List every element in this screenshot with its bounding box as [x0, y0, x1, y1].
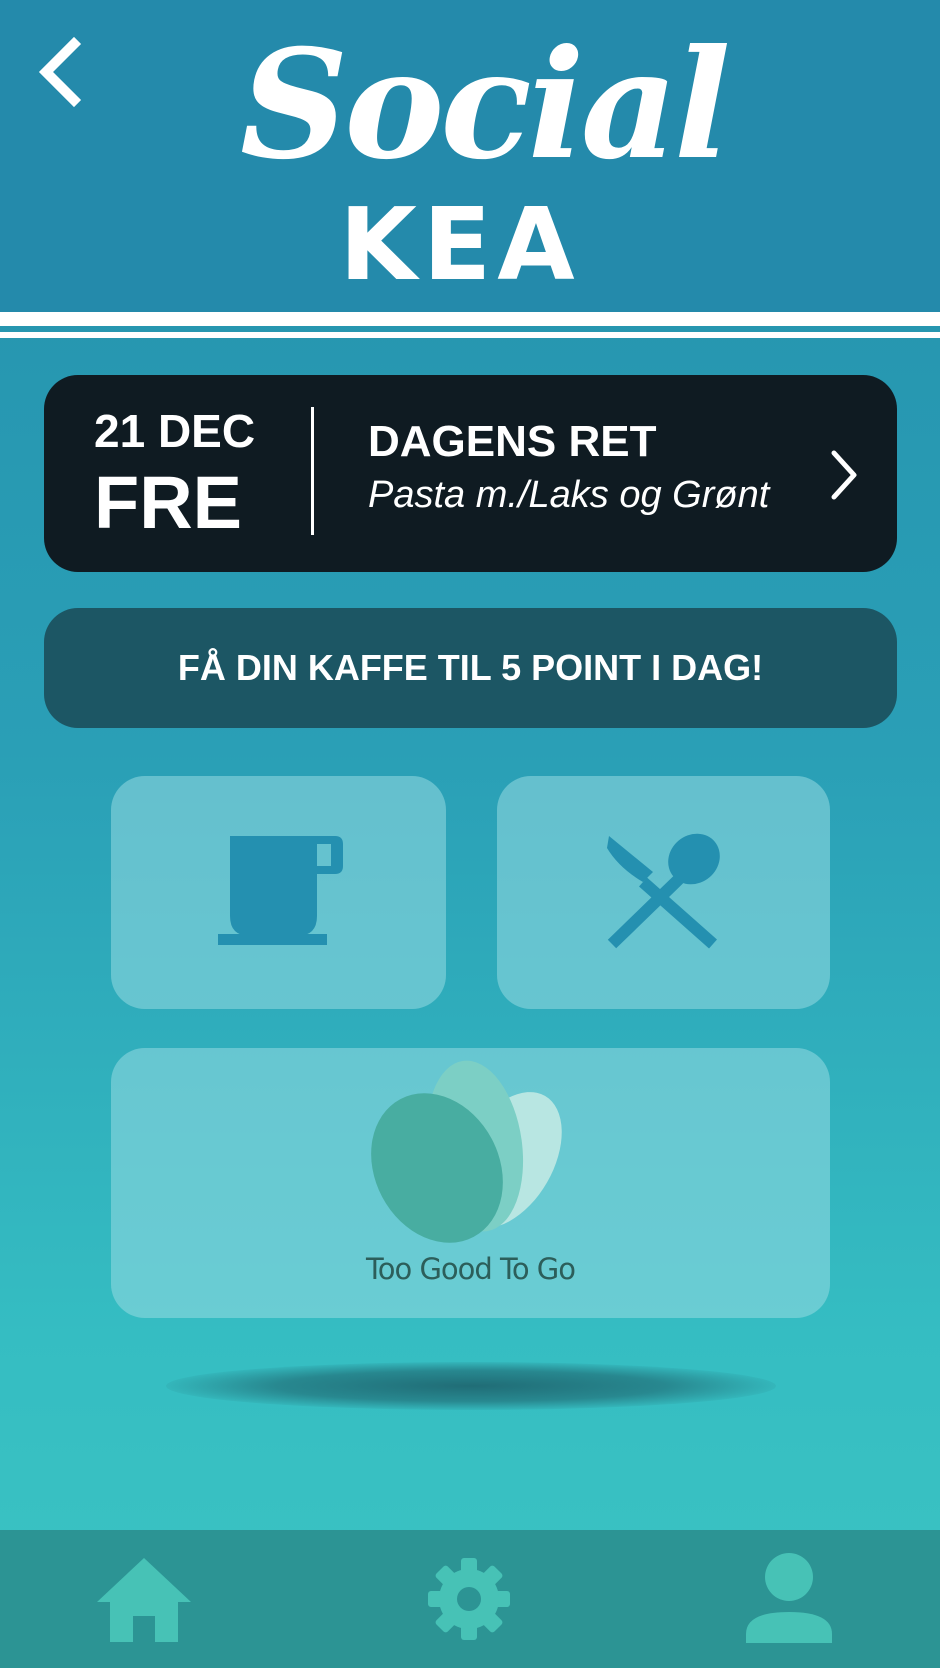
dish-weekday: FRE	[94, 461, 242, 544]
dish-date-day-month: 21 DEC	[94, 405, 256, 457]
cutlery-icon	[607, 833, 720, 949]
tgtg-leaves-logo	[371, 1060, 562, 1243]
coffee-tile-button[interactable]	[111, 776, 446, 1009]
dish-separator	[311, 407, 314, 535]
chevron-left-icon	[38, 36, 82, 108]
chevron-right-icon[interactable]	[824, 447, 864, 503]
promo-banner[interactable]: FÅ DIN KAFFE TIL 5 POINT I DAG!	[44, 608, 897, 728]
nav-profile-button[interactable]	[734, 1544, 844, 1654]
nav-home-button[interactable]	[89, 1544, 199, 1654]
user-icon	[746, 1553, 832, 1643]
food-tile-button[interactable]	[497, 776, 830, 1009]
dish-title: DAGENS RET	[368, 417, 657, 466]
dish-of-the-day-card[interactable]: 21 DEC FRE DAGENS RET Pasta m./Laks og G…	[44, 375, 897, 572]
tgtg-label: Too Good To Go	[365, 1252, 576, 1286]
logo-kea-text: KEA	[339, 186, 581, 303]
bottom-navigation-bar	[0, 1530, 940, 1668]
dish-date: 21 DEC FRE	[94, 405, 255, 545]
back-button[interactable]	[36, 36, 92, 108]
home-icon	[97, 1558, 191, 1642]
too-good-to-go-tile-button[interactable]: Too Good To Go	[111, 1048, 830, 1318]
floor-shadow	[166, 1362, 776, 1410]
coffee-cup-icon	[218, 836, 343, 945]
social-kea-logo: Social KEA	[240, 10, 731, 295]
nav-settings-button[interactable]	[414, 1544, 524, 1654]
header-divider	[0, 312, 940, 326]
gear-icon	[428, 1558, 510, 1640]
app-header: Social KEA	[0, 0, 940, 312]
logo-social-text: Social	[240, 17, 731, 193]
dish-subtitle: Pasta m./Laks og Grønt	[368, 474, 770, 516]
promo-text: FÅ DIN KAFFE TIL 5 POINT I DAG!	[177, 647, 764, 688]
header-divider-thin	[0, 332, 940, 338]
